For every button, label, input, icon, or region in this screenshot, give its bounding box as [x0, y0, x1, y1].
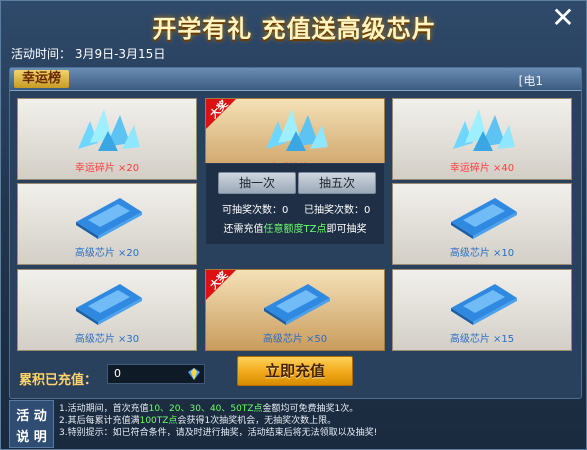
prize-slot: 幸运碎片 ×40 — [392, 98, 572, 180]
recharged-label: 累积已充值： — [19, 373, 98, 388]
draw-once-button[interactable]: 抽一次 — [218, 172, 296, 194]
event-window: 开学有礼 充值送高级芯片 ✕ 活动时间： 3月9日-3月15日 幸运榜 [电1 … — [0, 0, 587, 450]
event-period: 活动时间： 3月9日-3月15日 — [11, 47, 166, 61]
crystal-icon — [266, 109, 328, 151]
description-line-1: 1.活动期间，首次充值10、20、30、40、50TZ点金额均可免费抽奖1次。 — [59, 403, 579, 415]
draw-five-button[interactable]: 抽五次 — [298, 172, 376, 194]
prize-slot: 高级芯片 ×15 — [392, 269, 572, 351]
prize-label: 幸运碎片 ×40 — [449, 163, 515, 174]
description-tab-line2: 说 明 — [16, 430, 47, 445]
recharge-hint-prefix: 还需充值 — [223, 224, 264, 235]
panel-header-text: [电1 — [518, 74, 543, 88]
prize-slot: 高级芯片 ×20 — [17, 183, 197, 265]
recharged-amount: 0 — [114, 367, 121, 380]
chip-icon — [76, 284, 142, 325]
recharged-amount-box: 0 — [107, 364, 205, 384]
description-line-3: 3.特别提示：如已符合条件，请及时进行抽奖，活动结束后将无法领取以及抽奖! — [59, 428, 378, 438]
draw-panel: 抽一次 抽五次 可抽奖次数：0 已抽奖次数：0 还需充值任意额度TZ点即可抽奖 — [205, 163, 385, 245]
chip-icon — [451, 284, 517, 325]
prize-label: 高级芯片 ×30 — [74, 334, 140, 345]
panel-header: 幸运榜 [电1 — [10, 68, 581, 91]
recharge-hint-amount: 任意额度TZ点 — [263, 224, 327, 235]
chip-icon — [76, 198, 142, 239]
prize-slot: 高级芯片 ×30 — [17, 269, 197, 351]
prize-label: 幸运碎片 ×20 — [74, 163, 140, 174]
lucky-list-tab[interactable]: 幸运榜 — [14, 70, 70, 88]
description-text: 会获得1次抽奖机会，无抽奖次数上限。 — [177, 416, 337, 426]
prize-label: 高级芯片 ×50 — [262, 334, 328, 345]
description-text: 1.活动期间，首次充值 — [59, 404, 149, 414]
chip-icon — [451, 198, 517, 239]
recharge-now-button[interactable]: 立即充值 — [237, 356, 353, 386]
recharge-hint: 还需充值任意额度TZ点即可抽奖 — [206, 220, 384, 235]
prize-label: 高级芯片 ×10 — [449, 248, 515, 259]
event-title: 开学有礼 充值送高级芯片 — [152, 15, 437, 43]
gem-icon — [188, 368, 200, 380]
event-description: 1.活动期间，首次充值10、20、30、40、50TZ点金额均可免费抽奖1次。 … — [59, 403, 579, 447]
lucky-panel: 幸运榜 [电1 幸运碎片 ×20 大奖 幸运碎片 ×40 高级芯片 ×20 抽一… — [9, 67, 582, 399]
description-tab-line1: 活 动 — [16, 409, 47, 424]
description-line-2: 2.其后每累计充值满100TZ点会获得1次抽奖机会，无抽奖次数上限。 — [59, 415, 579, 427]
chip-icon — [264, 284, 330, 325]
description-tab: 活 动 说 明 — [9, 400, 54, 448]
used-draws: 已抽奖次数：0 — [304, 205, 371, 216]
crystal-icon — [78, 109, 140, 151]
available-draws: 可抽奖次数：0 — [222, 205, 289, 216]
recharge-hint-suffix: 即可抽奖 — [326, 224, 367, 235]
description-text: 金额均可免费抽奖1次。 — [262, 404, 359, 414]
description-highlight: 100TZ点 — [139, 416, 178, 426]
prize-slot-grand: 大奖 高级芯片 ×50 — [205, 269, 385, 351]
description-highlight: 10、20、30、40、50TZ点 — [148, 404, 263, 414]
prize-label: 高级芯片 ×15 — [449, 334, 515, 345]
description-text: 2.其后每累计充值满 — [59, 416, 140, 426]
crystal-icon — [453, 109, 515, 151]
prize-label: 高级芯片 ×20 — [74, 248, 140, 259]
close-icon[interactable]: ✕ — [550, 4, 576, 32]
prize-slot: 高级芯片 ×10 — [392, 183, 572, 265]
prize-slot: 幸运碎片 ×20 — [17, 98, 197, 180]
